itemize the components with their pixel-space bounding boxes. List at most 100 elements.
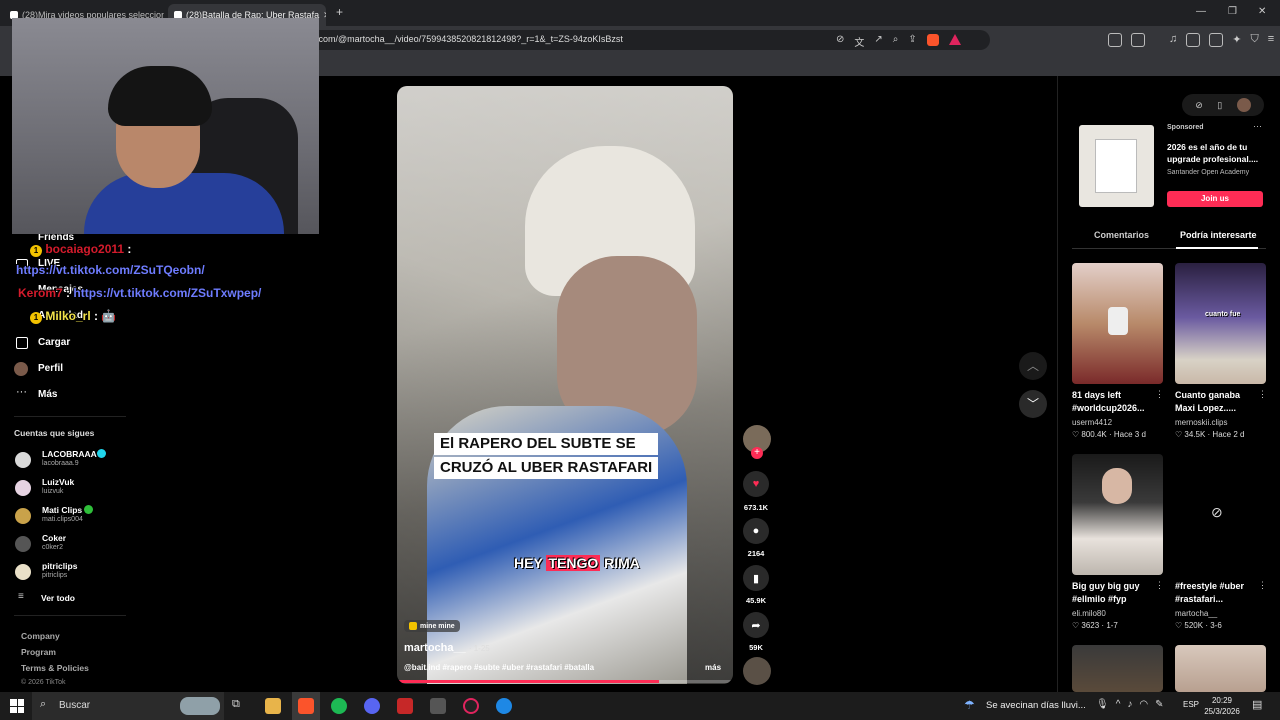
ad-cta-button[interactable]: Join us [1167, 191, 1263, 207]
progress-track[interactable] [397, 680, 733, 683]
app-icon[interactable] [430, 698, 446, 714]
notifications-icon[interactable]: ▤ [1252, 698, 1262, 711]
card-more-icon[interactable]: ⋮ [1155, 580, 1164, 591]
restore-button[interactable]: ❐ [1228, 6, 1237, 17]
previous-video-button[interactable]: ︿ [1019, 352, 1047, 380]
compass-icon[interactable]: ⊘ [1195, 100, 1203, 111]
taskbar-search[interactable]: ⌕ Buscar [32, 692, 224, 720]
minimize-button[interactable]: — [1196, 6, 1206, 17]
card-more-icon[interactable]: ⋮ [1258, 580, 1267, 591]
user-avatar[interactable] [1236, 98, 1251, 112]
chat-message-link[interactable]: https://vt.tiktok.com/ZSuTQeobn/ [16, 263, 205, 277]
footer-link-company[interactable]: Company [21, 631, 60, 641]
sidebar-icon[interactable] [1131, 33, 1145, 47]
video-card-thumbnail[interactable] [1072, 454, 1163, 575]
language-indicator[interactable]: ESP [1183, 700, 1199, 709]
close-window-button[interactable]: ✕ [1258, 6, 1266, 17]
chat-separator: : [94, 309, 99, 323]
comment-button[interactable]: ● [743, 518, 769, 544]
sidebar-item-more[interactable]: Más [38, 389, 57, 400]
video-card-thumbnail[interactable]: cuanto fue [1175, 263, 1266, 384]
video-card-user[interactable]: eli.milo80 [1072, 609, 1106, 618]
footer-link-terms[interactable]: Terms & Policies [21, 663, 89, 673]
video-card-title[interactable]: Cuanto ganaba Maxi Lopez..... [1175, 389, 1255, 415]
music-chip[interactable]: mine mine [404, 620, 460, 632]
obs-icon[interactable] [463, 698, 479, 714]
tab-recommended[interactable]: Podría interesarte [1180, 230, 1257, 240]
video-subtitle: HEY TENGO RIMA [514, 555, 640, 571]
file-explorer-icon[interactable] [265, 698, 281, 714]
follow-plus-icon[interactable]: + [751, 447, 763, 459]
sidebar-item-profile[interactable]: Perfil [38, 363, 63, 374]
video-card-thumbnail[interactable]: ⊘ [1175, 454, 1266, 575]
video-card-user[interactable]: martocha__ [1175, 609, 1217, 618]
windows-start-icon[interactable] [10, 699, 24, 713]
chat-link[interactable]: https://vt.tiktok.com/ZSuTxwpep/ [73, 286, 261, 300]
like-button[interactable]: ♥ [743, 471, 769, 497]
wallet-icon[interactable] [1209, 33, 1224, 47]
video-card-user[interactable]: userm4412 [1072, 418, 1112, 427]
brave-shield-icon[interactable] [926, 34, 939, 46]
open-external-icon[interactable]: ↗ [874, 34, 882, 49]
pen-icon[interactable]: ✎ [1155, 699, 1163, 710]
rewards-icon[interactable] [948, 34, 961, 45]
video-card-title[interactable]: 81 days left #worldcup2026... [1072, 389, 1152, 415]
tab-comments[interactable]: Comentarios [1094, 230, 1149, 240]
sound-disc-avatar[interactable] [743, 657, 771, 685]
share-icon[interactable]: ⇪ [908, 34, 916, 49]
weather-icon: ☂ [964, 698, 975, 712]
cortana-icon[interactable] [496, 698, 512, 714]
card-more-icon[interactable]: ⋮ [1258, 389, 1267, 400]
extensions-icon[interactable] [1108, 33, 1122, 47]
weather-text[interactable]: Se avecinan días lluvi... [986, 700, 1086, 711]
ad-thumbnail[interactable] [1079, 125, 1154, 207]
video-card-thumbnail[interactable] [1072, 263, 1163, 384]
no-translate-icon[interactable]: ⊘ [836, 34, 844, 49]
card-more-icon[interactable]: ⋮ [1155, 389, 1164, 400]
spotify-icon[interactable] [331, 698, 347, 714]
music-icon[interactable]: ♫ [1169, 33, 1177, 47]
account-item[interactable]: Mati Clips mati.clips004 [15, 505, 135, 529]
close-tab-icon[interactable]: ✕ [323, 10, 326, 21]
task-view-icon[interactable]: ⧉ [232, 698, 240, 711]
video-author[interactable]: martocha__ · 1-25 [404, 642, 490, 654]
account-item[interactable]: LACOBRAAA lacobraaa.9 [15, 449, 135, 473]
footer-link-program[interactable]: Program [21, 647, 56, 657]
account-item[interactable]: pitriclips pitriclips [15, 561, 135, 585]
account-username: pitriclips [42, 572, 68, 579]
speaker-icon[interactable]: ♪ [1127, 699, 1132, 710]
video-card-title[interactable]: #freestyle #uber #rastafari... [1175, 580, 1255, 606]
chevron-up-icon[interactable]: ^ [1116, 699, 1121, 710]
zoom-icon[interactable]: ⌕ [893, 34, 899, 49]
clock[interactable]: 20:29 25/3/2026 [1203, 695, 1241, 717]
url-text[interactable]: .com/@martocha__/video/75994385208218124… [316, 34, 623, 44]
translate-icon[interactable]: 文 [854, 34, 864, 49]
new-tab-button[interactable]: + [336, 5, 343, 19]
author-name[interactable]: martocha__ [404, 642, 466, 654]
video-card-thumbnail[interactable] [1175, 645, 1266, 692]
share-button[interactable]: ➦ [743, 612, 769, 638]
video-card-thumbnail[interactable] [1072, 645, 1163, 692]
vpn-icon[interactable]: ⛉ [1250, 33, 1258, 47]
search-icon: ⌕ [40, 698, 47, 710]
more-link[interactable]: más [705, 663, 721, 672]
mic-icon[interactable]: 🎙 [1096, 699, 1109, 710]
see-all-link[interactable]: Ver todo [41, 593, 75, 603]
phone-icon[interactable]: ▯ [1217, 100, 1222, 111]
account-item[interactable]: Coker c0ker2 [15, 533, 135, 557]
video-card-user[interactable]: mernoskii.clips [1175, 418, 1227, 427]
sidebar-item-upload[interactable]: Cargar [38, 337, 70, 348]
split-view-icon[interactable] [1186, 33, 1201, 47]
next-video-button[interactable]: ﹀ [1019, 390, 1047, 418]
video-player[interactable]: El RAPERO DEL SUBTE SE CRUZÓ AL UBER RAS… [397, 86, 733, 684]
account-item[interactable]: LuizVuk luizvuk [15, 477, 135, 501]
wifi-icon[interactable]: ◠ [1139, 699, 1148, 710]
voicemeeter-icon[interactable] [397, 698, 413, 714]
video-card-title[interactable]: Big guy big guy #ellmilo #fyp [1072, 580, 1152, 606]
brave-browser-icon[interactable] [298, 698, 314, 714]
ai-icon[interactable]: ✦ [1232, 33, 1241, 47]
save-button[interactable]: ▮ [743, 565, 769, 591]
discord-icon[interactable] [364, 698, 380, 714]
ad-more-icon[interactable]: ··· [1253, 121, 1262, 131]
menu-icon[interactable]: ≡ [1268, 33, 1274, 47]
